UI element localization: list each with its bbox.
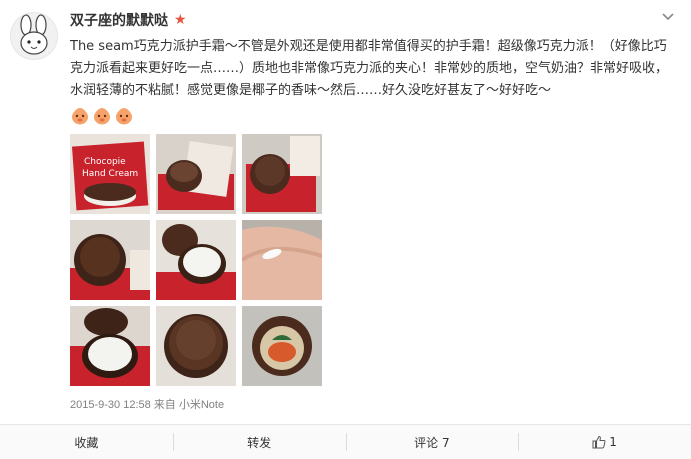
action-bar: 收藏 转发 评论 7 1 <box>0 424 691 459</box>
avatar[interactable] <box>10 12 58 60</box>
emoji-row <box>70 104 134 126</box>
post-text: The seam巧克力派护手霜～不管是外观还是使用都非常值得买的护手霜！超级像巧… <box>70 39 669 98</box>
pig-emoji-icon <box>94 108 110 125</box>
post-source[interactable]: 小米Note <box>179 399 224 411</box>
thumbs-up-icon <box>592 435 606 449</box>
post-image-1[interactable]: Chocopie Hand Cream <box>70 134 150 214</box>
post-meta: 2015-9-30 12:58 来自 小米Note <box>70 396 224 412</box>
like-count: 1 <box>609 435 617 449</box>
cream-on-hand-icon <box>242 226 322 300</box>
tin-in-wrapper-icon <box>246 136 320 212</box>
tin-open-white-cream-icon <box>156 224 236 300</box>
package-open-icon <box>158 141 234 210</box>
favorite-button[interactable]: 收藏 <box>0 425 173 459</box>
comment-label: 评论 7 <box>414 435 450 450</box>
post-image-6[interactable] <box>242 220 322 300</box>
like-button[interactable]: 1 <box>518 425 691 459</box>
bunny-avatar-icon <box>20 14 48 55</box>
post-image-4[interactable] <box>70 220 150 300</box>
package-front-icon: Chocopie Hand Cream <box>71 141 149 211</box>
source-prefix: 来自 <box>153 399 176 411</box>
post-image-9[interactable] <box>242 306 322 386</box>
image-grid: Chocopie Hand Cream <box>70 134 322 388</box>
package-label-text: Hand Cream <box>82 169 138 179</box>
repost-label: 转发 <box>247 435 272 450</box>
post-header: 双子座的默默哒 ★ <box>70 10 187 30</box>
username[interactable]: 双子座的默默哒 <box>70 10 168 30</box>
star-badge-icon: ★ <box>174 12 187 28</box>
post-image-7[interactable] <box>70 306 150 386</box>
package-label-text: Chocopie <box>84 157 126 167</box>
tin-with-illustration-icon <box>252 316 312 376</box>
pig-emoji-icon <box>72 108 88 125</box>
post-timestamp[interactable]: 2015-9-30 12:58 <box>70 399 151 411</box>
chevron-down-icon[interactable] <box>661 10 675 24</box>
post-image-2[interactable] <box>156 134 236 214</box>
weibo-post-card: 双子座的默默哒 ★ The seam巧克力派护手霜～不管是外观还是使用都非常值得… <box>0 0 691 459</box>
post-image-8[interactable] <box>156 306 236 386</box>
comment-button[interactable]: 评论 7 <box>345 425 519 459</box>
post-image-3[interactable] <box>242 134 322 214</box>
pig-emoji-icon <box>116 108 132 125</box>
tin-open-angle-icon <box>70 308 150 386</box>
tin-closed-icon <box>70 234 150 300</box>
favorite-label: 收藏 <box>74 435 99 450</box>
repost-button[interactable]: 转发 <box>172 425 346 459</box>
post-image-5[interactable] <box>156 220 236 300</box>
tin-closed-on-paper-icon <box>164 314 228 378</box>
